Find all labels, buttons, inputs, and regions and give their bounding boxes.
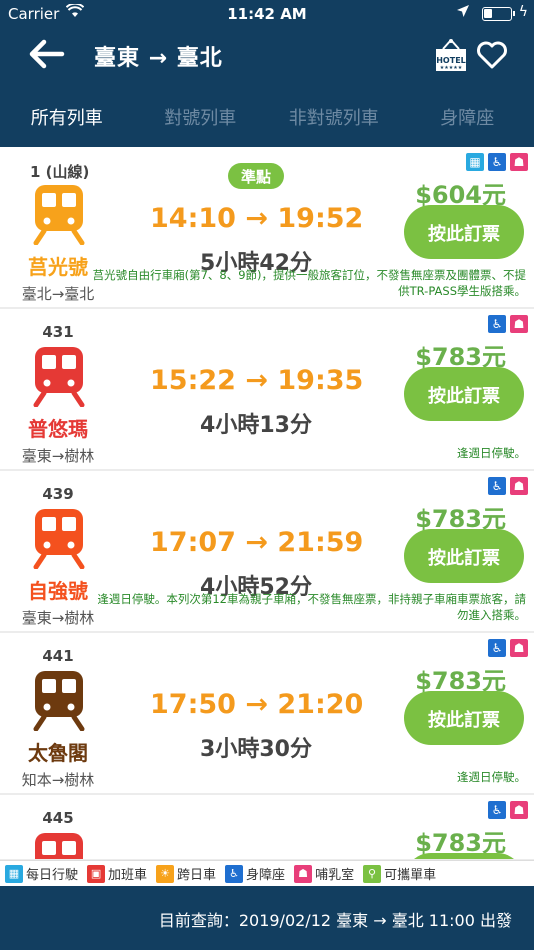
train-icon <box>32 669 86 732</box>
nursing-room-icon: ☗ <box>294 864 313 883</box>
train-type: 普悠瑪 <box>28 417 88 441</box>
wheelchair-icon: ♿ <box>488 315 506 333</box>
train-number: 441 <box>42 647 74 665</box>
amenity-icons: ▦ ♿ ☗ <box>466 153 528 171</box>
legend-item: ♿ 身障座 <box>225 864 285 883</box>
train-number: 1 (山線) <box>30 163 90 181</box>
amenity-icons: ♿ ☗ <box>488 639 528 657</box>
svg-text:HOTEL: HOTEL <box>436 56 466 65</box>
train-type: 太魯閣 <box>28 741 88 765</box>
wheelchair-icon: ♿ <box>488 477 506 495</box>
wheelchair-icon: ♿ <box>225 864 244 883</box>
train-note: 逢週日停駛。 <box>457 446 526 460</box>
depart-arrive-time: 17:07 → 21:59 <box>150 527 364 558</box>
back-arrow-icon <box>29 39 65 69</box>
legend-item: ☀ 跨日車 <box>156 864 216 883</box>
depart-arrive-time: 14:10 → 19:52 <box>150 203 364 234</box>
book-ticket-button[interactable]: 按此訂票 <box>404 529 524 583</box>
train-number: 445 <box>42 809 74 827</box>
overnight-icon: ☀ <box>156 864 175 883</box>
wheelchair-icon: ♿ <box>488 801 506 819</box>
legend-label: 身障座 <box>246 868 286 883</box>
status-bar: Carrier 11:42 AM ϟ <box>0 0 534 28</box>
footer: 目前查詢：2019/02/12 臺東 → 臺北 11:00 出發 <box>0 886 534 950</box>
battery-icon <box>482 7 515 21</box>
legend-label: 加班車 <box>108 868 148 883</box>
legend-label: 可攜單車 <box>384 868 437 883</box>
depart-arrive-time: 15:22 → 19:35 <box>150 365 364 396</box>
train-card[interactable]: 441 太魯閣 知本→樹林 17:50 → 21:20 3小時30分 ♿ ☗ $783元 按此訂… <box>0 633 534 793</box>
hotel-icon: HOTEL ★★★★★ <box>436 39 466 71</box>
nursing-room-icon: ☗ <box>510 801 528 819</box>
current-query: 目前查詢：2019/02/12 臺東 → 臺北 11:00 出發 <box>158 911 512 930</box>
train-card[interactable]: 1 (山線) 莒光號 臺北→臺北 準點 14:10 → 19:52 5小時42分 ▦ ♿ ☗ $6… <box>0 147 534 307</box>
wheelchair-icon: ♿ <box>488 639 506 657</box>
wheelchair-icon: ♿ <box>488 153 506 171</box>
tab-reserved-trains[interactable]: 對號列車 <box>134 90 268 138</box>
train-icon <box>32 831 86 859</box>
legend-item: ☗ 哺乳室 <box>294 864 354 883</box>
train-card[interactable]: 445♿☗$783元按此訂票 <box>0 795 534 859</box>
trip-duration: 4小時13分 <box>200 413 312 438</box>
legend: ▦ 每日行駛 ▣ 加班車 ☀ 跨日車 ♿ 身障座 ☗ 哺乳室 ⚲ 可攜單車 <box>0 860 534 886</box>
charging-icon: ϟ <box>518 4 528 20</box>
daily-service-icon: ▦ <box>5 864 23 883</box>
nursing-room-icon: ☗ <box>510 153 528 171</box>
hotel-button[interactable]: HOTEL ★★★★★ <box>432 38 470 74</box>
nursing-room-icon: ☗ <box>510 639 528 657</box>
amenity-icons: ♿ ☗ <box>488 477 528 495</box>
tab-unreserved-trains[interactable]: 非對號列車 <box>267 90 401 138</box>
legend-item: ▦ 每日行駛 <box>5 864 78 883</box>
bicycle-icon: ⚲ <box>363 864 382 883</box>
train-note: 逢週日停駛。本列次第12車為親子車廂，不發售無座票，非持親子車廂車票旅客，請勿進… <box>97 592 526 622</box>
book-ticket-button[interactable]: 按此訂票 <box>404 205 524 259</box>
amenity-icons: ♿ ☗ <box>488 801 528 819</box>
train-list[interactable]: 1 (山線) 莒光號 臺北→臺北 準點 14:10 → 19:52 5小時42分 ▦ ♿ ☗ $6… <box>0 147 534 859</box>
ontime-badge: 準點 <box>228 163 284 189</box>
favorite-button[interactable] <box>476 40 508 70</box>
train-icon <box>32 183 86 246</box>
train-icon <box>32 507 86 570</box>
amenity-icons: ♿ ☗ <box>488 315 528 333</box>
app-root: Carrier 11:42 AM ϟ 臺東 → 臺北 HOTEL ★★★★★ 所… <box>0 0 534 950</box>
train-card[interactable]: 439 自強號 臺東→樹林 17:07 → 21:59 4小時52分 ♿ ☗ $783元 按此訂… <box>0 471 534 631</box>
train-number: 439 <box>42 485 74 503</box>
header: Carrier 11:42 AM ϟ 臺東 → 臺北 HOTEL ★★★★★ 所… <box>0 0 534 147</box>
filter-tabs: 所有列車 對號列車 非對號列車 身障座 <box>0 90 534 138</box>
trip-duration: 3小時30分 <box>200 737 312 762</box>
legend-label: 每日行駛 <box>26 868 79 883</box>
train-route: 臺東→樹林 <box>21 447 95 465</box>
train-note: 逢週日停駛。 <box>457 770 526 784</box>
page-title: 臺東 → 臺北 <box>94 46 223 71</box>
nursing-room-icon: ☗ <box>510 477 528 495</box>
depart-arrive-time: 17:50 → 21:20 <box>150 689 364 720</box>
heart-icon <box>477 41 507 69</box>
tab-all-trains[interactable]: 所有列車 <box>0 90 134 138</box>
legend-label: 跨日車 <box>177 868 217 883</box>
train-number: 431 <box>42 323 74 341</box>
book-ticket-button[interactable]: 按此訂票 <box>404 691 524 745</box>
legend-item: ⚲ 可攜單車 <box>363 864 436 883</box>
train-note: 莒光號自由行車廂(第7、8、9節)，提供一般旅客訂位，不發售無座票及團體票、不提… <box>92 268 526 298</box>
book-ticket-button[interactable]: 按此訂票 <box>404 367 524 421</box>
legend-item: ▣ 加班車 <box>87 864 147 883</box>
legend-label: 哺乳室 <box>315 868 355 883</box>
train-route: 知本→樹林 <box>21 771 95 789</box>
train-icon <box>32 345 86 408</box>
tab-accessible-seats[interactable]: 身障座 <box>401 90 534 138</box>
extra-train-icon: ▣ <box>87 864 106 883</box>
nav-bar: 臺東 → 臺北 HOTEL ★★★★★ <box>0 32 534 76</box>
nursing-room-icon: ☗ <box>510 315 528 333</box>
train-card[interactable]: 431 普悠瑪 臺東→樹林 15:22 → 19:35 4小時13分 ♿ ☗ $783元 按此訂… <box>0 309 534 469</box>
book-ticket-button[interactable]: 按此訂票 <box>404 853 524 859</box>
clock: 11:42 AM <box>227 5 307 23</box>
daily-service-icon: ▦ <box>466 153 484 171</box>
svg-text:★★★★★: ★★★★★ <box>440 65 463 71</box>
location-icon <box>456 4 470 22</box>
back-button[interactable] <box>28 36 68 72</box>
